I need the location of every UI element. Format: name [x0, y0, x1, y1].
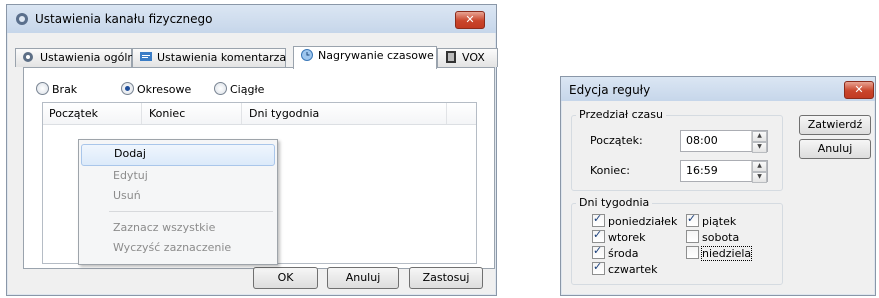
start-label: Początek:	[590, 134, 643, 147]
checkbox-box	[592, 228, 605, 243]
column-header-start[interactable]: Początek	[49, 107, 98, 120]
radio-none[interactable]: Brak	[36, 82, 77, 96]
tab-label: Nagrywanie czasowe	[318, 49, 434, 62]
end-time-input[interactable]: 16:59 ▲ ▼	[680, 160, 768, 183]
radio-circle	[36, 82, 49, 95]
ok-button[interactable]: OK	[253, 267, 318, 289]
menu-separator	[109, 211, 273, 212]
end-time-value: 16:59	[686, 164, 718, 177]
checkbox-thursday[interactable]: czwartek	[592, 260, 658, 276]
checkbox-label: poniedziałek	[608, 215, 678, 228]
close-button[interactable]: ✕	[455, 11, 485, 29]
group-label: Dni tygodnia	[576, 196, 653, 209]
column-separator[interactable]	[141, 103, 142, 124]
radio-circle	[214, 82, 227, 95]
confirm-button[interactable]: Zatwierdź	[799, 115, 871, 135]
cancel-button[interactable]: Anuluj	[327, 267, 399, 289]
rule-edit-dialog: Edycja reguły ✕ Przedział czasu Początek…	[560, 76, 876, 296]
list-header: Początek Koniec Dni tygodnia	[43, 103, 476, 125]
end-label: Koniec:	[590, 164, 630, 177]
checkbox-box	[686, 212, 699, 227]
window-title: Ustawienia kanału fizycznego	[35, 12, 213, 26]
column-header-weekdays[interactable]: Dni tygodnia	[249, 107, 319, 120]
apply-button[interactable]: Zastosuj	[409, 267, 483, 289]
menu-item-clear-selection[interactable]: Wyczyść zaznaczenie	[81, 238, 275, 258]
tab-vox[interactable]: VOX	[437, 48, 498, 67]
app-icon	[16, 13, 28, 25]
dialog-title: Edycja reguły	[569, 83, 651, 97]
checkbox-saturday[interactable]: sobota	[686, 230, 739, 244]
column-header-end[interactable]: Koniec	[149, 107, 185, 120]
menu-item-edit[interactable]: Edytuj	[81, 166, 275, 186]
checkbox-label: środa	[608, 247, 639, 260]
time-range-group: Przedział czasu Początek: 08:00 ▲ ▼ Konie…	[571, 108, 783, 191]
radio-circle-selected	[121, 82, 134, 95]
checkbox-label: wtorek	[608, 231, 646, 244]
menu-item-select-all[interactable]: Zaznacz wszystkie	[81, 218, 275, 238]
tab-label: Ustawienia komentarza	[157, 51, 287, 64]
column-separator[interactable]	[446, 103, 447, 124]
spin-up-icon[interactable]: ▲	[752, 161, 767, 172]
checkbox-wednesday[interactable]: środa	[592, 244, 639, 260]
start-time-input[interactable]: 08:00 ▲ ▼	[680, 130, 768, 153]
tab-comment-settings[interactable]: Ustawienia komentarza	[132, 48, 286, 67]
start-time-value: 08:00	[686, 134, 718, 147]
checkbox-label: piątek	[702, 215, 737, 228]
column-separator[interactable]	[241, 103, 242, 124]
menu-item-add[interactable]: Dodaj	[81, 144, 275, 166]
start-time-spinner[interactable]: ▲ ▼	[751, 131, 767, 153]
checkbox-box	[592, 244, 605, 259]
tab-timed-recording[interactable]: Nagrywanie czasowe	[293, 46, 437, 69]
radio-label: Brak	[52, 83, 78, 96]
checkbox-box	[592, 212, 605, 227]
film-icon	[446, 51, 456, 63]
checkbox-label: czwartek	[608, 263, 658, 276]
clock-icon	[301, 49, 313, 61]
context-menu: Dodaj Edytuj Usuń Zaznacz wszystkie Wycz…	[78, 139, 278, 265]
checkbox-label: niedziela	[700, 246, 753, 261]
end-time-spinner[interactable]: ▲ ▼	[751, 161, 767, 183]
spin-up-icon[interactable]: ▲	[752, 131, 767, 142]
tab-label: VOX	[462, 51, 485, 64]
checkbox-box	[592, 260, 605, 275]
checkbox-tuesday[interactable]: wtorek	[592, 228, 646, 244]
checkbox-sunday[interactable]: niedziela	[686, 246, 753, 261]
menu-item-delete[interactable]: Usuń	[81, 186, 275, 206]
radio-label: Okresowe	[137, 83, 192, 96]
dialog-cancel-button[interactable]: Anuluj	[799, 139, 871, 159]
dialog-close-button[interactable]: ✕	[844, 81, 874, 99]
dialog-title-bar[interactable]: Edycja reguły ✕	[561, 77, 875, 101]
checkbox-monday[interactable]: poniedziałek	[592, 212, 678, 228]
radio-continuous[interactable]: Ciągłe	[214, 82, 264, 96]
tab-general-settings[interactable]: Ustawienia ogólne	[15, 48, 141, 67]
group-label: Przedział czasu	[576, 108, 666, 121]
comment-icon	[140, 52, 152, 61]
title-bar[interactable]: Ustawienia kanału fizycznego ✕	[7, 5, 496, 33]
checkbox-box	[686, 230, 699, 243]
spin-down-icon[interactable]: ▼	[752, 172, 767, 183]
checkbox-box	[686, 246, 699, 259]
checkbox-label: sobota	[702, 231, 740, 244]
gear-icon	[23, 52, 33, 62]
tab-label: Ustawienia ogólne	[40, 51, 142, 64]
spin-down-icon[interactable]: ▼	[752, 142, 767, 153]
radio-periodic[interactable]: Okresowe	[121, 82, 191, 96]
weekdays-group: Dni tygodnia poniedziałek wtorek środa c…	[571, 196, 783, 285]
checkbox-friday[interactable]: piątek	[686, 212, 737, 228]
radio-label: Ciągłe	[230, 83, 265, 96]
